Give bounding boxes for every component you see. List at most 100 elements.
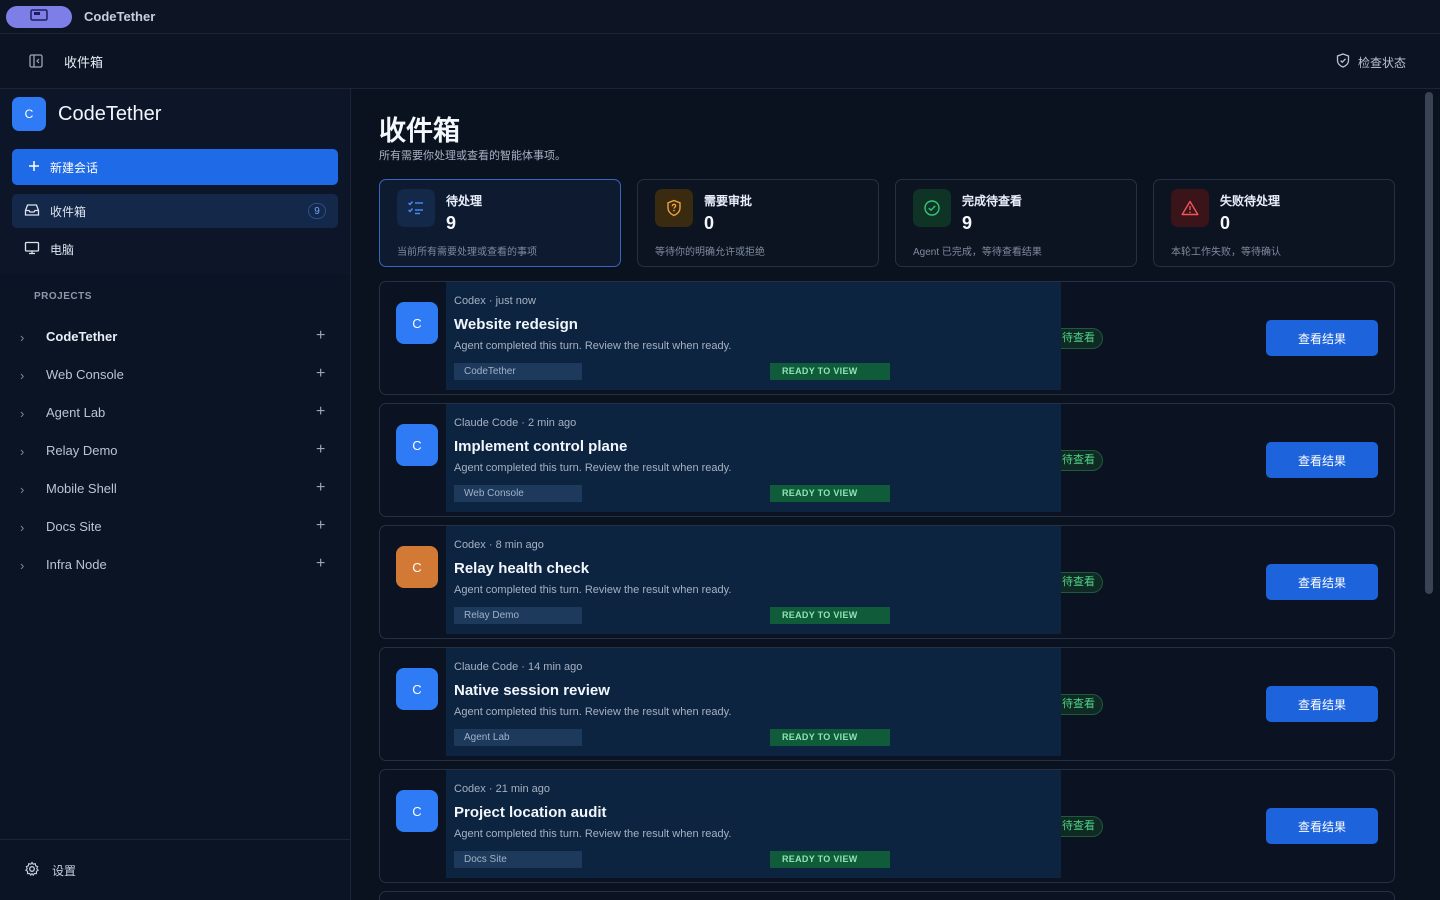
header-title: 收件箱 [64, 54, 104, 70]
inbox-card[interactable]: C Codex · 8 min ago Relay health check A… [379, 525, 1395, 639]
inbox-card[interactable]: C Claude Code · 2 min ago Implement cont… [379, 403, 1395, 517]
nav-item-inbox[interactable]: 收件箱 9 [12, 194, 338, 228]
view-result-button[interactable]: 查看结果 [1266, 564, 1378, 600]
inbox-icon [24, 203, 40, 220]
checklist-icon [397, 189, 435, 227]
card-meta: Claude Code · 14 min ago [454, 661, 583, 673]
inbox-card[interactable]: C Claude Code · 14 min ago Native sessio… [379, 647, 1395, 761]
project-name: Mobile Shell [46, 481, 117, 496]
view-result-button[interactable]: 查看结果 [1266, 442, 1378, 478]
project-item[interactable]: › Agent Lab + [0, 394, 350, 432]
card-meta: Codex · 21 min ago [454, 783, 550, 795]
sidebar-toggle-icon[interactable] [28, 53, 44, 69]
monitor-icon [24, 241, 40, 258]
app-window-icon [30, 8, 48, 26]
project-name: Infra Node [46, 557, 107, 572]
stat-label: 完成待查看 [962, 194, 1023, 208]
add-session-icon[interactable]: + [316, 441, 325, 459]
projects-section-label: PROJECTS [34, 291, 92, 302]
nav-item-computer[interactable]: 电脑 [12, 232, 338, 266]
project-item[interactable]: › Docs Site + [0, 508, 350, 546]
chevron-right-icon[interactable]: › [20, 520, 32, 535]
agent-avatar: C [396, 424, 438, 466]
card-description: Agent completed this turn. Review the re… [454, 340, 732, 352]
card-body: Claude Code · 2 min ago Implement contro… [446, 404, 1061, 512]
inbox-card[interactable]: C Codex · 21 min ago Project location au… [379, 769, 1395, 883]
stat-card-completed[interactable]: 完成待查看 9 Agent 已完成，等待查看结果 [895, 179, 1137, 267]
window-title: CodeTether [84, 9, 156, 24]
project-item[interactable]: › Mobile Shell + [0, 470, 350, 508]
agent-avatar: C [396, 546, 438, 588]
page-subtitle: 所有需要你处理或查看的智能体事项。 [379, 150, 566, 162]
card-body: Claude Code · 14 min ago Native session … [446, 648, 1061, 756]
stat-value: 9 [962, 213, 973, 233]
project-name: Docs Site [46, 519, 102, 534]
project-name: CodeTether [46, 329, 118, 344]
chevron-right-icon[interactable]: › [20, 482, 32, 497]
main-scrollbar[interactable] [1425, 92, 1433, 594]
add-session-icon[interactable]: + [316, 365, 325, 383]
chevron-right-icon[interactable]: › [20, 444, 32, 459]
stat-card-approval[interactable]: 需要审批 0 等待你的明确允许或拒绝 [637, 179, 879, 267]
project-tag: Web Console [454, 485, 582, 502]
status-badge: 待查看 [1061, 816, 1103, 837]
project-item[interactable]: › Infra Node + [0, 546, 350, 584]
inbox-card[interactable]: C Codex · just now Website redesign Agen… [379, 281, 1395, 395]
card-title: Project location audit [454, 804, 607, 821]
add-session-icon[interactable]: + [316, 479, 325, 497]
stat-value: 9 [446, 213, 457, 233]
check-circle-icon [913, 189, 951, 227]
view-result-button[interactable]: 查看结果 [1266, 686, 1378, 722]
chevron-right-icon[interactable]: › [20, 558, 32, 573]
top-header: 收件箱 检查状态 [0, 34, 1440, 89]
shield-check-icon [1336, 53, 1350, 71]
stat-description: 本轮工作失败，等待确认 [1171, 247, 1281, 258]
card-meta: Codex · just now [454, 295, 536, 307]
nav-item-label: 电脑 [50, 242, 75, 257]
status-badge: 待查看 [1061, 694, 1103, 715]
project-tag: Relay Demo [454, 607, 582, 624]
card-body: Codex · 21 min ago Project location audi… [446, 770, 1061, 878]
project-name: Relay Demo [46, 443, 118, 458]
app-switcher-button[interactable] [6, 5, 72, 28]
ready-badge: READY TO VIEW [770, 851, 890, 868]
stat-label: 失败待处理 [1220, 194, 1281, 208]
add-session-icon[interactable]: + [316, 517, 325, 535]
stat-value: 0 [1220, 213, 1231, 233]
stat-description: 等待你的明确允许或拒绝 [655, 247, 765, 258]
chevron-right-icon[interactable]: › [20, 406, 32, 421]
check-status-button[interactable]: 检查状态 [1336, 53, 1406, 71]
view-result-button[interactable]: 查看结果 [1266, 808, 1378, 844]
warning-icon [1171, 189, 1209, 227]
brand-name: CodeTether [58, 102, 162, 125]
chevron-right-icon[interactable]: › [20, 368, 32, 383]
agent-avatar: C [396, 790, 438, 832]
stat-card-pending[interactable]: 待处理 9 当前所有需要处理或查看的事项 [379, 179, 621, 267]
settings-label: 设置 [52, 863, 77, 878]
add-session-icon[interactable]: + [316, 327, 325, 345]
stat-label: 需要审批 [704, 194, 753, 208]
settings-button[interactable]: 设置 [0, 839, 350, 900]
project-item[interactable]: › CodeTether + [0, 318, 350, 356]
card-meta: Claude Code · 2 min ago [454, 417, 577, 429]
stat-card-failed[interactable]: 失败待处理 0 本轮工作失败，等待确认 [1153, 179, 1395, 267]
project-item[interactable]: › Web Console + [0, 356, 350, 394]
project-name: Agent Lab [46, 405, 106, 420]
add-session-icon[interactable]: + [316, 555, 325, 573]
add-session-icon[interactable]: + [316, 403, 325, 421]
check-status-label: 检查状态 [1357, 55, 1406, 70]
nav-item-label: 收件箱 [50, 204, 87, 219]
new-session-button[interactable]: 新建会话 [12, 149, 338, 185]
view-result-button[interactable]: 查看结果 [1266, 320, 1378, 356]
new-session-label: 新建会话 [50, 160, 99, 175]
card-body: Codex · 8 min ago Relay health check Age… [446, 526, 1061, 634]
chevron-right-icon[interactable]: › [20, 330, 32, 345]
project-tag: Agent Lab [454, 729, 582, 746]
shield-question-icon [655, 189, 693, 227]
project-item[interactable]: › Relay Demo + [0, 432, 350, 470]
inbox-card-partial[interactable] [379, 891, 1395, 900]
status-badge: 待查看 [1061, 450, 1103, 471]
project-tag: CodeTether [454, 363, 582, 380]
card-description: Agent completed this turn. Review the re… [454, 584, 732, 596]
ready-badge: READY TO VIEW [770, 729, 890, 746]
